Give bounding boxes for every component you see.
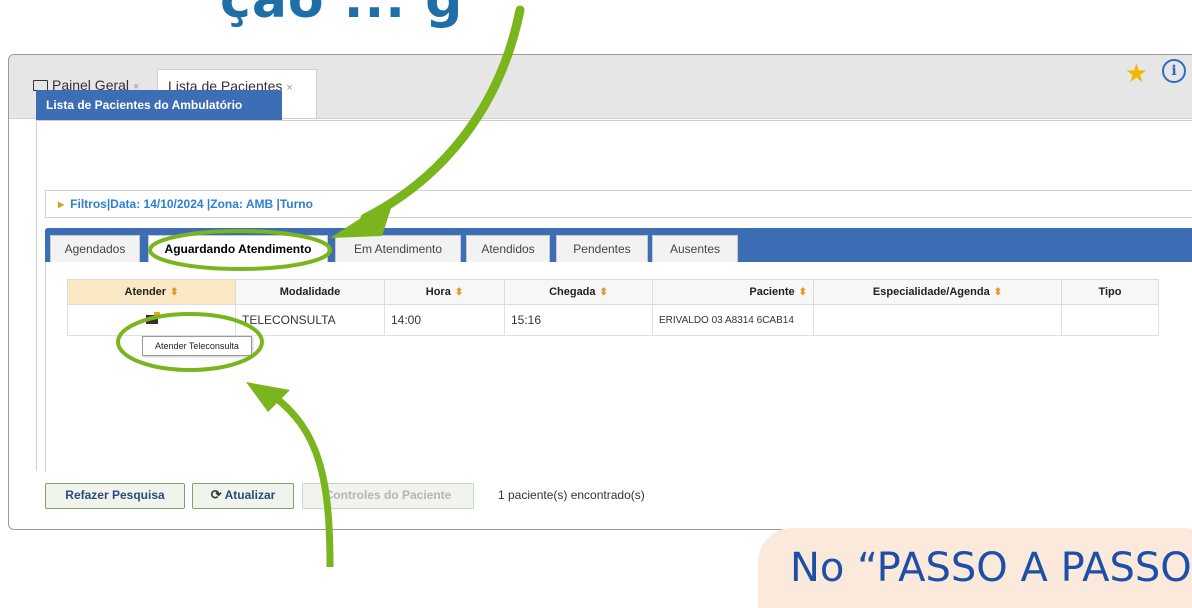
close-icon[interactable]: ×	[286, 82, 292, 94]
atualizar-button[interactable]: ⟳ Atualizar	[192, 483, 294, 509]
sort-icon: ⬍	[454, 287, 464, 298]
cell-paciente: ERIVALDO 03 A8314 6CAB14	[652, 304, 814, 336]
sort-icon: ⬍	[798, 287, 807, 298]
column-header-atender[interactable]: Atender ⬍	[67, 279, 236, 305]
cell-hora: 14:00	[384, 304, 505, 336]
sort-icon: ⬍	[993, 287, 1003, 298]
column-header-modalidade: Modalidade	[235, 279, 385, 305]
controles-do-paciente-button[interactable]: Controles do Paciente	[302, 483, 474, 509]
tab-agendados[interactable]: Agendados	[50, 235, 140, 262]
column-header-tipo: Tipo	[1061, 279, 1159, 305]
column-header-paciente[interactable]: Paciente ⬍	[652, 279, 814, 305]
tab-em-atendimento[interactable]: Em Atendimento	[335, 235, 461, 262]
atualizar-label: Atualizar	[224, 488, 276, 502]
column-header-chegada[interactable]: Chegada ⬍	[504, 279, 653, 305]
tab-aguardando-atendimento[interactable]: Aguardando Atendimento	[148, 235, 328, 263]
cell-tipo	[1061, 304, 1159, 336]
callout-text: No “PASSO A PASSO	[790, 545, 1192, 591]
table-row: TELECONSULTA 14:00 15:16 ERIVALDO 03 A83…	[67, 304, 1159, 336]
cell-chegada: 15:16	[504, 304, 653, 336]
star-icon[interactable]: ★	[1125, 58, 1148, 89]
cell-especialidade	[813, 304, 1062, 336]
panel-title: Lista de Pacientes do Ambulatório	[36, 90, 282, 120]
tab-ausentes[interactable]: Ausentes	[652, 235, 738, 262]
atender-cell[interactable]	[67, 304, 236, 336]
refazer-pesquisa-button[interactable]: Refazer Pesquisa	[45, 483, 185, 509]
column-header-especialidade[interactable]: Especialidade/Agenda ⬍	[813, 279, 1062, 305]
page-heading: ção ... g	[220, 0, 464, 30]
sort-icon: ⬍	[599, 287, 608, 298]
sort-icon: ⬍	[170, 287, 179, 298]
tooltip: Atender Teleconsulta	[142, 336, 252, 356]
column-header-hora[interactable]: Hora ⬍	[384, 279, 505, 305]
cell-modalidade: TELECONSULTA	[235, 304, 385, 336]
filters-label: Filtros|Data: 14/10/2024 |Zona: AMB |Tur…	[70, 197, 313, 211]
filters-bar[interactable]: ▶ Filtros|Data: 14/10/2024 |Zona: AMB |Tu…	[45, 190, 1192, 218]
refresh-icon: ⟳	[210, 487, 222, 502]
info-icon[interactable]: i	[1162, 59, 1186, 83]
tab-atendidos[interactable]: Atendidos	[466, 235, 550, 262]
result-count: 1 paciente(s) encontrado(s)	[498, 488, 645, 502]
expand-triangle-icon: ▶	[58, 200, 65, 209]
patients-table: Atender ⬍ Modalidade Hora ⬍ Chegada ⬍ Pacie…	[67, 279, 1159, 336]
teleconsult-icon[interactable]	[145, 312, 160, 324]
tab-pendentes[interactable]: Pendentes	[556, 235, 648, 262]
